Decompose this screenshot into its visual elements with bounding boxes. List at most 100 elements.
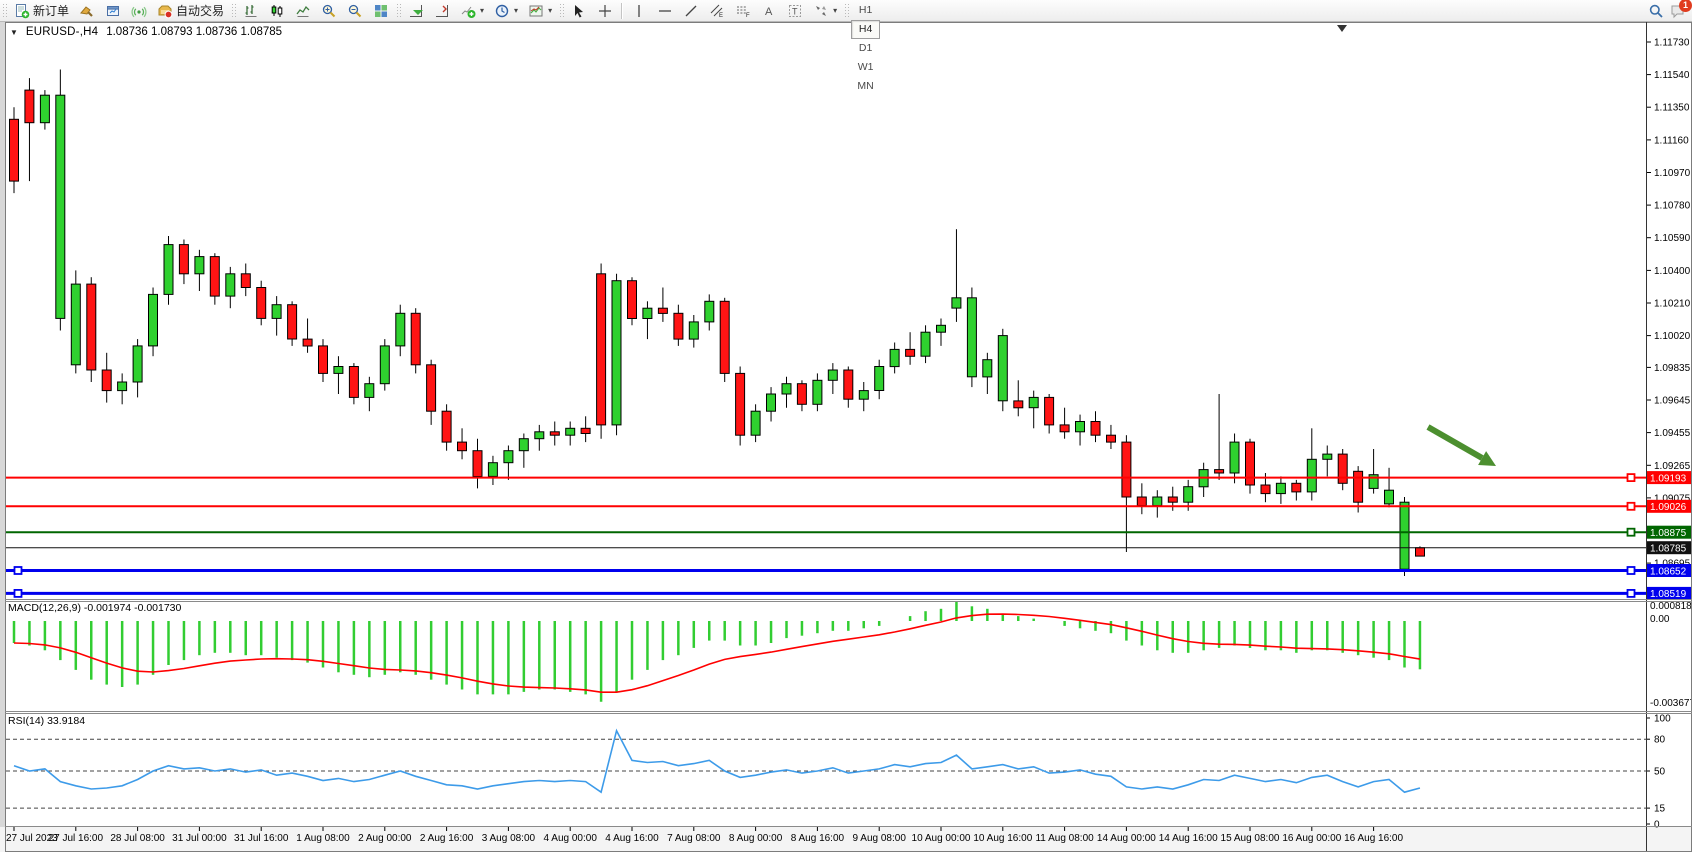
tf-button-h4[interactable]: H4 (851, 20, 880, 39)
chevron-down-icon: ▾ (480, 6, 484, 15)
auto-scroll-icon (408, 3, 424, 19)
notifications-button[interactable]: 1 (1670, 3, 1686, 19)
svg-text:1.10780: 1.10780 (1654, 201, 1691, 212)
toolbar-grip (844, 3, 849, 19)
svg-text:8 Aug 00:00: 8 Aug 00:00 (729, 833, 783, 844)
trendline-button[interactable] (678, 0, 704, 21)
cursor-icon (571, 3, 587, 19)
indicators-icon (460, 3, 476, 19)
text-label-icon: T (787, 3, 803, 19)
horizontal-line-icon (657, 3, 673, 19)
svg-text:14 Aug 16:00: 14 Aug 16:00 (1159, 833, 1218, 844)
template-icon (528, 3, 544, 19)
svg-text:14 Aug 00:00: 14 Aug 00:00 (1097, 833, 1156, 844)
signal-icon (131, 3, 147, 19)
chart-dropdown-icon[interactable]: ▼ (10, 28, 18, 37)
svg-text:1.08519: 1.08519 (1650, 589, 1687, 600)
periods-button[interactable]: ▾ (489, 0, 523, 21)
tile-windows-button[interactable] (368, 0, 394, 21)
svg-text:1.10590: 1.10590 (1654, 233, 1691, 244)
line-chart-type-button[interactable] (290, 0, 316, 21)
svg-text:0.00: 0.00 (1650, 614, 1670, 625)
text-button[interactable]: A (756, 0, 782, 21)
svg-text:T: T (792, 6, 798, 16)
svg-text:15: 15 (1654, 804, 1666, 815)
svg-text:2 Aug 00:00: 2 Aug 00:00 (358, 833, 412, 844)
svg-text:31 Jul 00:00: 31 Jul 00:00 (172, 833, 227, 844)
fibonacci-button[interactable]: F (730, 0, 756, 21)
tf-button-d1[interactable]: D1 (851, 39, 880, 58)
tf-button-mn[interactable]: MN (851, 77, 880, 96)
text-a-icon: A (761, 3, 777, 19)
metaeditor-button[interactable] (74, 0, 100, 21)
crosshair-button[interactable] (592, 0, 618, 21)
svg-text:27 Jul 16:00: 27 Jul 16:00 (49, 833, 104, 844)
svg-text:16 Aug 00:00: 16 Aug 00:00 (1282, 833, 1341, 844)
crosshair-icon (597, 3, 613, 19)
clock-icon (494, 3, 510, 19)
line-chart-icon (295, 3, 311, 19)
svg-text:1.08785: 1.08785 (1650, 544, 1687, 555)
tf-button-h1[interactable]: H1 (851, 1, 880, 20)
arrows-button[interactable]: ▾ (808, 0, 842, 21)
zoom-out-button[interactable] (342, 0, 368, 21)
channel-icon: E (709, 3, 725, 19)
chart-shift-button[interactable] (429, 0, 455, 21)
chevron-down-icon: ▾ (514, 6, 518, 15)
svg-text:4 Aug 16:00: 4 Aug 16:00 (605, 833, 659, 844)
cursor-button[interactable] (566, 0, 592, 21)
autotrading-label: 自动交易 (176, 2, 224, 19)
autotrading-button[interactable]: 自动交易 (152, 0, 229, 21)
svg-text:0.000818: 0.000818 (1650, 601, 1692, 612)
svg-text:4 Aug 00:00: 4 Aug 00:00 (544, 833, 598, 844)
svg-text:3 Aug 08:00: 3 Aug 08:00 (482, 833, 536, 844)
svg-text:0: 0 (1654, 820, 1660, 831)
indicators-button[interactable]: ▾ (455, 0, 489, 21)
svg-text:7 Aug 08:00: 7 Aug 08:00 (667, 833, 721, 844)
price-chart[interactable]: 1.117301.115401.113501.111601.109701.107… (0, 0, 1692, 852)
auto-scroll-button[interactable] (403, 0, 429, 21)
svg-text:F: F (746, 13, 750, 19)
signals-button[interactable] (126, 0, 152, 21)
fibonacci-icon: F (735, 3, 751, 19)
toolbar-grip (396, 3, 401, 19)
chart-window-button[interactable] (100, 0, 126, 21)
trendline-icon (683, 3, 699, 19)
svg-text:1.11350: 1.11350 (1654, 103, 1690, 114)
svg-text:A: A (765, 6, 773, 18)
toolbar-grip (2, 3, 7, 19)
tile-windows-icon (373, 3, 389, 19)
chevron-down-icon: ▾ (833, 6, 837, 15)
svg-text:1.10210: 1.10210 (1654, 299, 1691, 310)
notification-badge: 1 (1679, 0, 1692, 12)
svg-text:10 Aug 00:00: 10 Aug 00:00 (912, 833, 971, 844)
svg-text:1.09193: 1.09193 (1650, 473, 1687, 484)
svg-text:1.11730: 1.11730 (1654, 38, 1690, 49)
horizontal-line-button[interactable] (652, 0, 678, 21)
svg-text:80: 80 (1654, 735, 1666, 746)
zoom-in-button[interactable] (316, 0, 342, 21)
svg-text:1.10970: 1.10970 (1654, 168, 1691, 179)
svg-text:1.10020: 1.10020 (1654, 331, 1691, 342)
svg-text:50: 50 (1654, 767, 1666, 778)
main-toolbar: 新订单 自动交易 (0, 0, 1692, 22)
svg-text:31 Jul 16:00: 31 Jul 16:00 (234, 833, 289, 844)
svg-text:E: E (719, 13, 723, 19)
tf-button-w1[interactable]: W1 (851, 58, 880, 77)
templates-button[interactable]: ▾ (523, 0, 557, 21)
chart-symbol-period: EURUSD-,H4 (26, 26, 98, 38)
vertical-line-button[interactable] (626, 0, 652, 21)
bar-chart-type-button[interactable] (238, 0, 264, 21)
toolbar-separator (621, 3, 623, 19)
hammer-icon (79, 3, 95, 19)
search-icon[interactable] (1648, 3, 1664, 19)
zoom-out-icon (347, 3, 363, 19)
new-order-button[interactable]: 新订单 (9, 0, 74, 21)
svg-text:1.11540: 1.11540 (1654, 70, 1690, 81)
equidistant-channel-button[interactable]: E (704, 0, 730, 21)
trading-terminal-window: 新订单 自动交易 (0, 0, 1692, 852)
svg-text:8 Aug 16:00: 8 Aug 16:00 (791, 833, 845, 844)
svg-text:1.08652: 1.08652 (1650, 566, 1687, 577)
text-label-button[interactable]: T (782, 0, 808, 21)
candlestick-type-button[interactable] (264, 0, 290, 21)
